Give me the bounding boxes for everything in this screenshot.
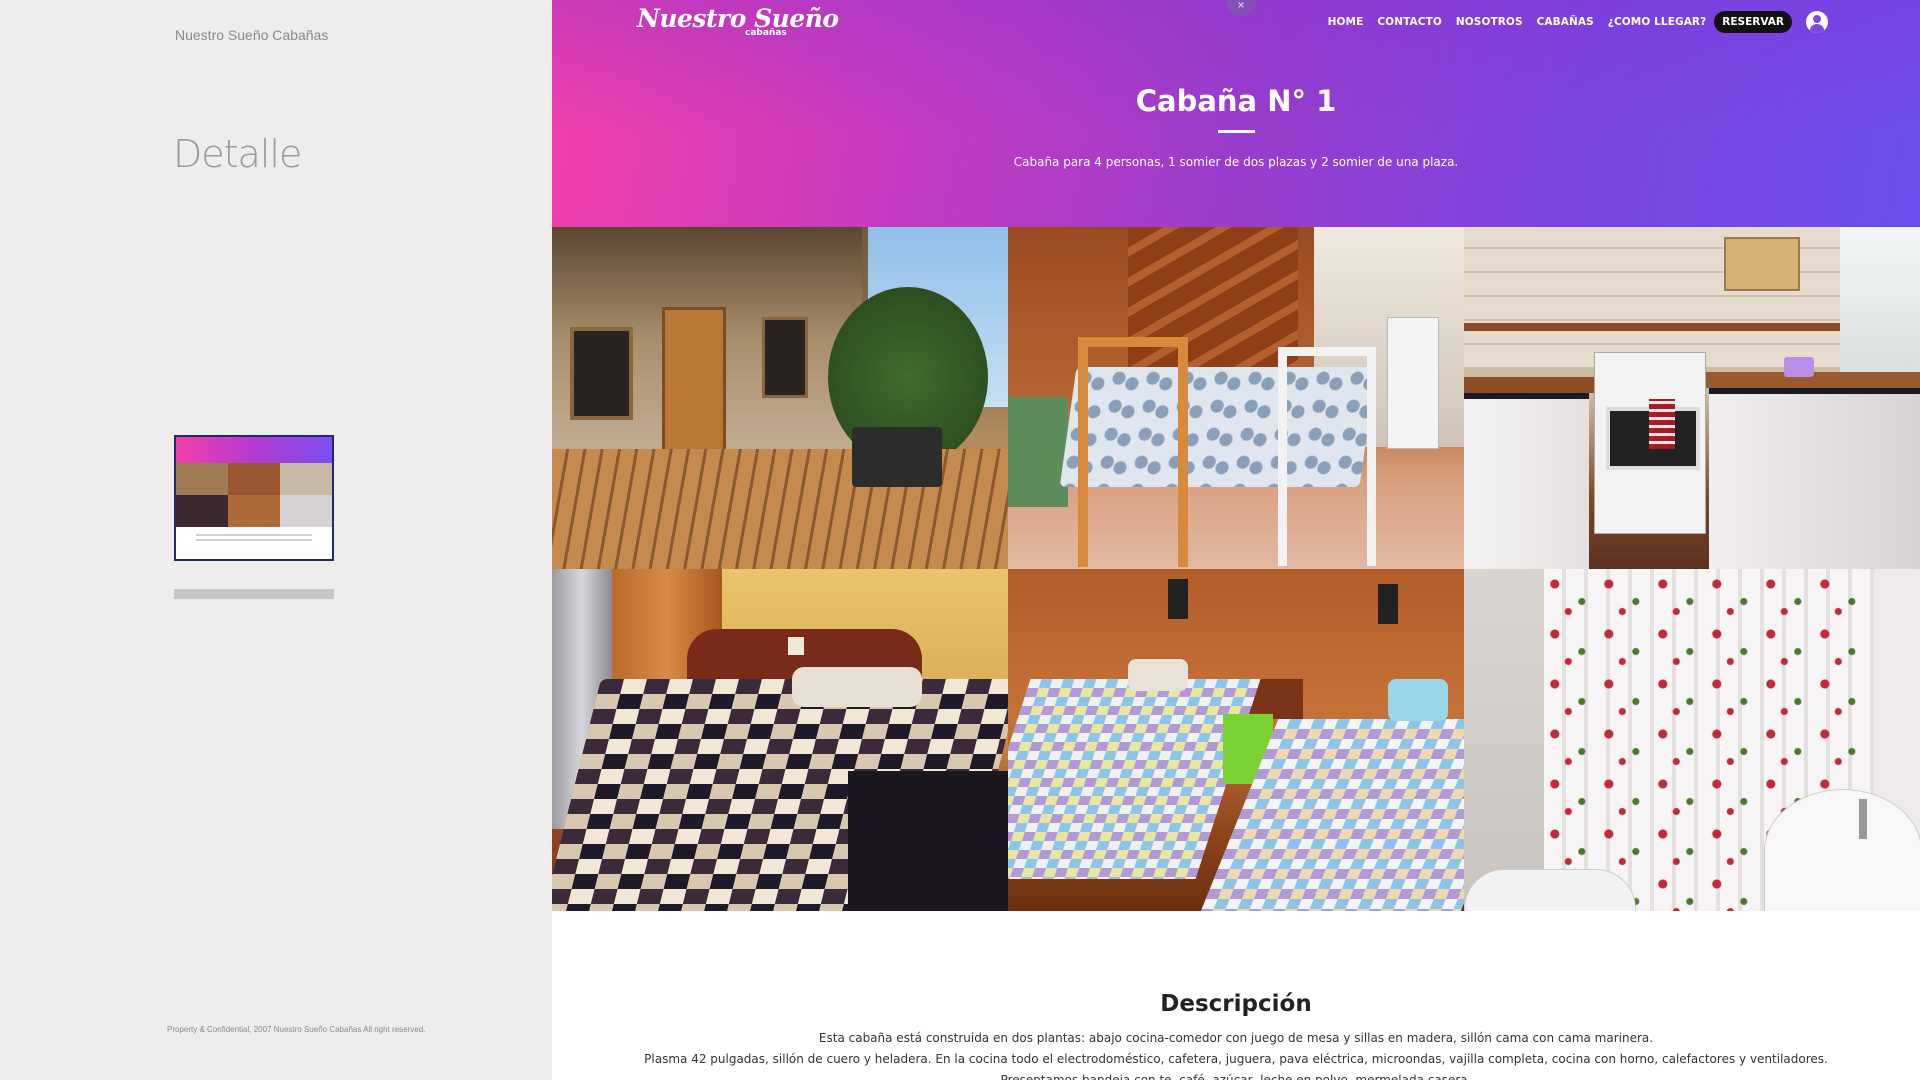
page-preview: Nuestro Sueño cabañas × HOME CONTACTO NO… (552, 0, 1920, 1080)
reserve-button[interactable]: RESERVAR (1714, 11, 1792, 33)
hero-banner: Nuestro Sueño cabañas × HOME CONTACTO NO… (552, 0, 1920, 227)
thumbnail-lines (176, 527, 332, 548)
logo-subtitle: cabañas (745, 28, 787, 38)
thumbnail-grid (176, 463, 332, 527)
description-line: Plasma 42 pulgadas, sillón de cuero y he… (644, 1052, 1828, 1066)
page-thumbnail[interactable] (174, 435, 334, 600)
page: Nuestro Sueño Cabañas Detalle Property &… (0, 0, 1920, 1080)
twin-beds-photo[interactable] (1008, 569, 1464, 911)
title-divider (1218, 130, 1255, 133)
thumbnail-frame (174, 435, 334, 561)
description-line: Presentamos bandeja con te, café, azúcar… (1000, 1073, 1472, 1080)
page-title: Cabaña N° 1 (1135, 84, 1337, 118)
user-icon[interactable] (1806, 11, 1828, 33)
copyright: Property & Confidential, 2007 Nuestro Su… (167, 1025, 426, 1034)
thumbnail-footer (174, 589, 334, 599)
left-panel: Nuestro Sueño Cabañas Detalle Property &… (0, 0, 552, 1080)
brand-name: Nuestro Sueño Cabañas (175, 27, 329, 43)
photo-gallery (552, 227, 1920, 911)
dining-photo[interactable] (1008, 227, 1464, 569)
main-nav: HOME CONTACTO NOSOTROS CABAÑAS ¿COMO LLE… (1328, 11, 1828, 33)
page-subtitle: Cabaña para 4 personas, 1 somier de dos … (1013, 155, 1459, 169)
nav-nosotros[interactable]: NOSOTROS (1456, 16, 1523, 28)
description-text: Esta cabaña está construida en dos plant… (552, 1028, 1920, 1080)
thumbnail-hero (176, 437, 332, 463)
description-section: Descripción Esta cabaña está construida … (552, 911, 1920, 1080)
description-title: Descripción (1160, 991, 1312, 1017)
logo[interactable]: Nuestro Sueño (637, 6, 839, 31)
description-line: Esta cabaña está construida en dos plant… (818, 1031, 1654, 1045)
nav-como-llegar[interactable]: ¿COMO LLEGAR? (1608, 16, 1707, 28)
section-title: Detalle (173, 132, 302, 176)
double-bed-photo[interactable] (552, 569, 1008, 911)
nav-cabanas[interactable]: CABAÑAS (1537, 16, 1594, 28)
bathroom-photo[interactable] (1464, 569, 1920, 911)
terrace-photo[interactable] (552, 227, 1008, 569)
kitchen-photo[interactable] (1464, 227, 1920, 569)
nav-contacto[interactable]: CONTACTO (1377, 16, 1442, 28)
nav-home[interactable]: HOME (1328, 16, 1364, 28)
